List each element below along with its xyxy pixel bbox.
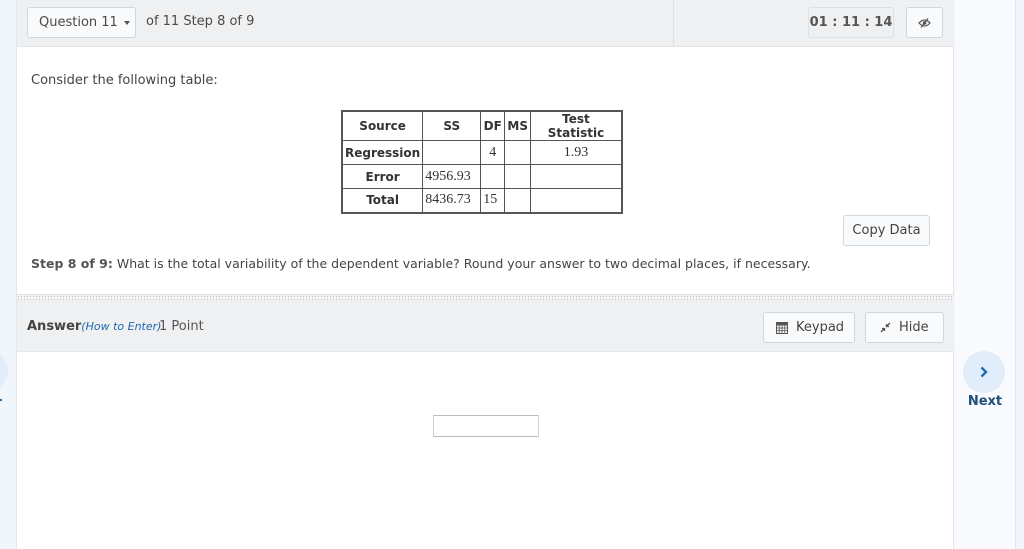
question-step-prefix: Step 8 of 9: xyxy=(31,256,113,271)
answer-bar: Answer(How to Enter) 1 Point Keypad Hide xyxy=(17,301,954,352)
anova-table: Source SS DF MS Test Statistic Regressio… xyxy=(341,110,623,214)
left-rail xyxy=(0,0,17,549)
cell-ms xyxy=(504,188,532,213)
question-prompt: Consider the following table: xyxy=(31,73,218,88)
header-source: Source xyxy=(341,110,424,141)
next-label[interactable]: Next xyxy=(955,394,1015,409)
how-to-enter-link[interactable]: (How to Enter) xyxy=(81,320,161,333)
step-progress: of 11 Step 8 of 9 xyxy=(146,14,255,29)
header-ss: SS xyxy=(422,110,482,141)
cell-test-statistic xyxy=(530,188,623,213)
keypad-button[interactable]: Keypad xyxy=(763,312,855,343)
table-row: Total 8436.73 15 xyxy=(341,188,623,213)
cell-source: Total xyxy=(341,188,424,213)
header-ms: MS xyxy=(504,110,532,141)
cell-source: Error xyxy=(341,164,424,189)
hide-button[interactable]: Hide xyxy=(865,312,944,343)
table-row: Error 4956.93 xyxy=(341,164,623,189)
right-edge xyxy=(1015,0,1024,549)
question-select-dropdown[interactable]: Question 11 xyxy=(27,7,136,38)
cell-test-statistic: 1.93 xyxy=(530,140,623,165)
cell-ss: 4956.93 xyxy=(422,164,482,189)
timer: 01 : 11 : 14 xyxy=(808,7,894,38)
question-select-label: Question 11 xyxy=(39,15,118,30)
question-header: Question 11 of 11 Step 8 of 9 01 : 11 : … xyxy=(17,0,954,47)
cell-ms xyxy=(504,140,532,165)
toggle-timer-visibility-button[interactable] xyxy=(906,7,943,38)
header-df: DF xyxy=(480,110,506,141)
previous-label-fragment xyxy=(0,399,2,401)
answer-heading: Answer(How to Enter) xyxy=(27,319,161,334)
cell-ms xyxy=(504,164,532,189)
cell-ss xyxy=(422,140,482,165)
caret-down-icon xyxy=(123,20,130,25)
table-row: Regression 4 1.93 xyxy=(341,140,623,165)
question-text: Step 8 of 9: What is the total variabili… xyxy=(31,256,811,271)
resize-divider[interactable] xyxy=(17,294,954,301)
keypad-label: Keypad xyxy=(796,320,845,335)
points-label: 1 Point xyxy=(159,319,204,334)
collapse-arrows-icon xyxy=(880,322,891,333)
hide-label: Hide xyxy=(899,320,929,335)
cell-ss: 8436.73 xyxy=(422,188,482,213)
header-divider xyxy=(673,0,674,46)
eye-slash-icon xyxy=(918,17,931,28)
cell-df: 4 xyxy=(480,140,506,165)
answer-label: Answer xyxy=(27,319,82,334)
calculator-icon xyxy=(776,321,788,334)
chevron-right-icon xyxy=(980,366,988,378)
answer-input[interactable] xyxy=(433,415,539,437)
table-header-row: Source SS DF MS Test Statistic xyxy=(341,110,623,141)
cell-df: 15 xyxy=(480,188,506,213)
question-panel: Question 11 of 11 Step 8 of 9 01 : 11 : … xyxy=(17,0,954,549)
cell-source: Regression xyxy=(341,140,424,165)
header-test-statistic: Test Statistic xyxy=(530,110,623,141)
next-button[interactable] xyxy=(963,351,1005,393)
right-rail xyxy=(955,0,1015,549)
cell-test-statistic xyxy=(530,164,623,189)
question-body: What is the total variability of the dep… xyxy=(112,256,811,271)
cell-df xyxy=(480,164,506,189)
copy-data-button[interactable]: Copy Data xyxy=(843,215,930,246)
